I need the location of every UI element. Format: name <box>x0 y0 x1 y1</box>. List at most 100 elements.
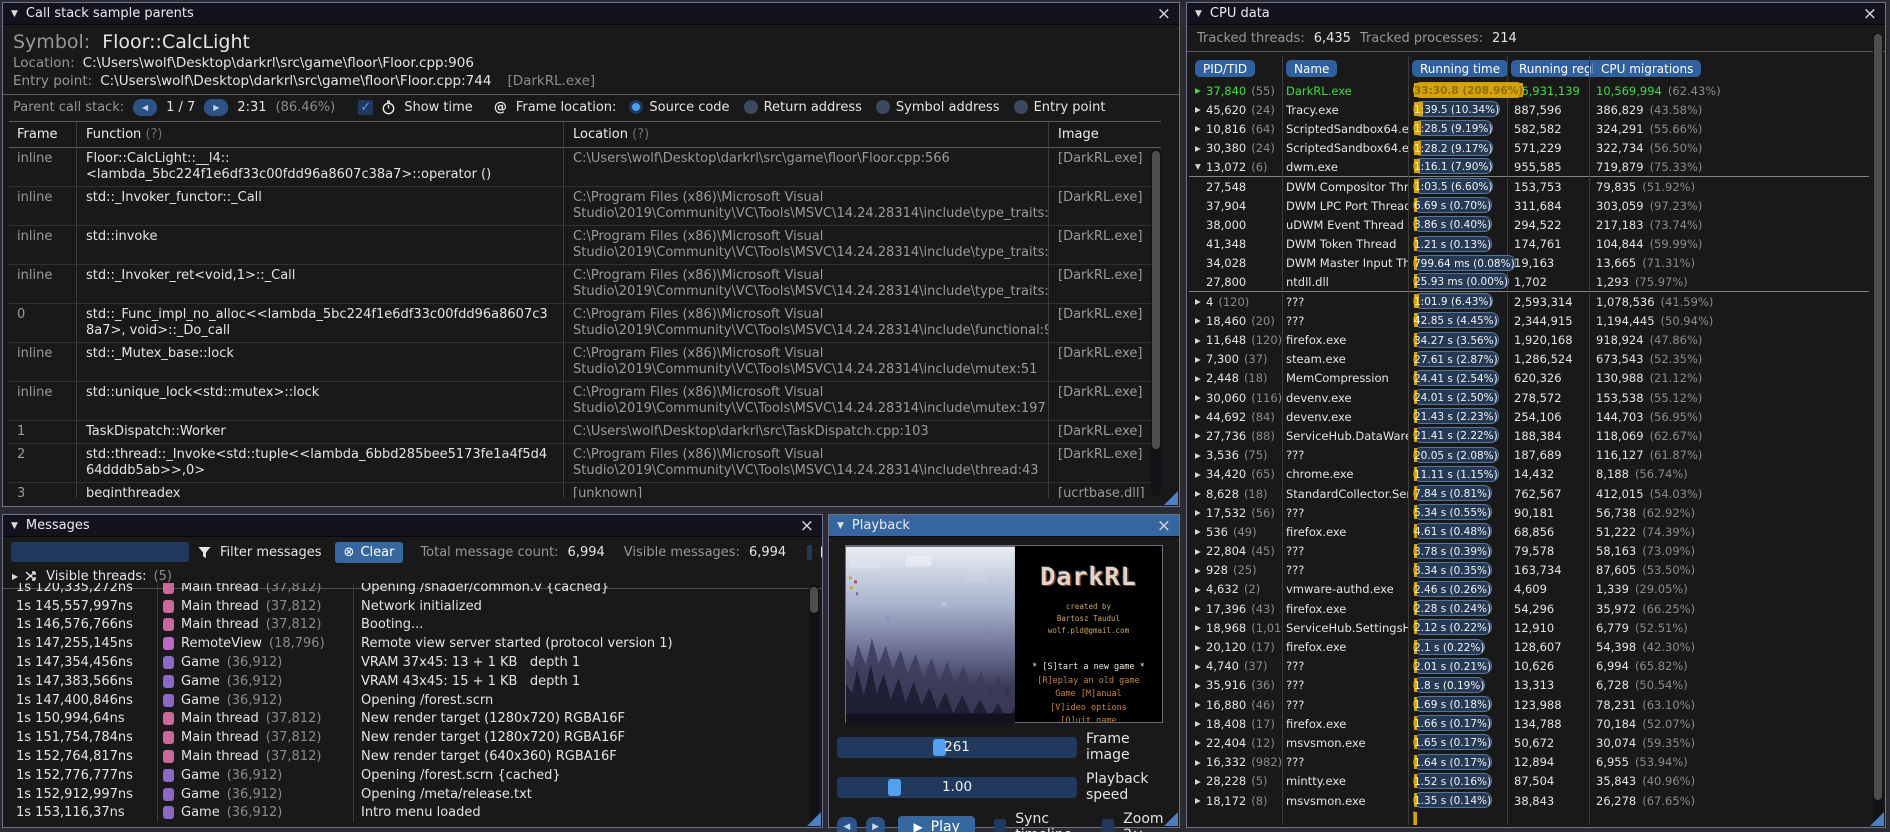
cpu-process-row[interactable]: ▶ 30,060 (116) devenv.exe 24.01 s (2.50%) 278… <box>1189 388 1869 407</box>
cpu-process-row[interactable] <box>1189 810 1869 825</box>
column-header-image[interactable]: Image <box>1048 124 1161 145</box>
messages-titlebar[interactable]: ▼ Messages × <box>3 515 822 537</box>
callstack-frame-row[interactable]: inline std::_Mutex_base::lock C:\Program F… <box>9 343 1161 382</box>
cpu-process-row[interactable]: ▶ 18,460 (20)??? 42.85 s (4.45%) 2,344,915 1,… <box>1189 311 1869 330</box>
expand-icon[interactable]: ▶ <box>1189 412 1206 421</box>
collapse-icon[interactable]: ▼ <box>11 521 18 531</box>
expand-icon[interactable]: ▶ <box>1189 547 1206 556</box>
cpu-process-row[interactable]: ▶ 11,648 (120) firefox.exe 34.27 s (3.56%) 1,… <box>1189 330 1869 349</box>
expand-icon[interactable]: ▶ <box>1189 393 1206 402</box>
cpu-process-row[interactable]: ▶ 4,740 (37)??? 2.01 s (0.21%) 10,626 6,994 (6… <box>1189 657 1869 676</box>
expand-icon[interactable]: ▶ <box>1189 124 1206 133</box>
message-row[interactable]: 1s 152,764,817ns Main thread (37,812) New r… <box>7 747 804 766</box>
cpu-process-row[interactable]: ▶ 28,228 (5) mintty.exe 1.52 s (0.16%) 87,504… <box>1189 772 1869 791</box>
messages-scrollbar[interactable] <box>809 585 819 822</box>
cpu-scrollbar[interactable] <box>1873 33 1883 823</box>
expand-icon[interactable]: ▶ <box>1189 700 1206 709</box>
expand-icon[interactable]: ▶ <box>1189 355 1206 364</box>
scrollbar-thumb[interactable] <box>1874 34 1882 801</box>
callstack-titlebar[interactable]: ▼ Call stack sample parents × <box>3 3 1179 25</box>
cpu-process-row[interactable]: 41,348 DWM Token Thread 1.21 s (0.13%) 174,… <box>1189 235 1869 254</box>
show-time-checkbox[interactable]: ✓ <box>358 99 374 115</box>
expand-icon[interactable]: ▶ <box>1189 105 1206 114</box>
column-header-cpu-migrations[interactable]: CPU migrations <box>1593 60 1702 77</box>
callstack-scrollbar[interactable] <box>1151 149 1161 496</box>
sync-timeline-checkbox[interactable]: . <box>993 818 1007 832</box>
frame-location-radio[interactable]: Symbol address <box>875 100 1000 115</box>
callstack-frame-row[interactable]: inline std::unique_lock<std::mutex>::lock… <box>9 382 1161 421</box>
message-row[interactable]: 1s 152,912,997ns Game (36,912) Opening /met… <box>7 785 804 804</box>
expand-icon[interactable]: ▶ <box>1189 297 1206 306</box>
message-row[interactable]: 1s 147,400,846ns Game (36,912) Opening /for… <box>7 691 804 710</box>
cpu-process-row[interactable]: ▶ 18,172 (8) msvsmon.exe 1.35 s (0.14%) 38,84… <box>1189 791 1869 810</box>
cpu-process-row[interactable]: ▶ 928 (25)??? 3.34 s (0.35%) 163,734 87,605 (5… <box>1189 561 1869 580</box>
collapse-icon[interactable]: ▼ <box>11 9 18 19</box>
cpu-process-row[interactable]: ▶27,736 (88) ServiceHub.DataWarehouse 21.41… <box>1189 426 1869 445</box>
expand-icon[interactable]: ▶ <box>12 572 18 581</box>
message-row[interactable]: 1s 120,335,272ns Main thread (37,812) Openi… <box>7 583 804 597</box>
column-header-function[interactable]: Function (?) <box>76 124 563 146</box>
close-icon[interactable]: × <box>1157 5 1171 22</box>
callstack-frame-row[interactable]: inline std::_Invoker_ret<void,1>::_Call C:… <box>9 265 1161 304</box>
prev-callstack-button[interactable]: ◀ <box>133 98 158 116</box>
expand-icon[interactable]: ▶ <box>1189 316 1206 325</box>
expand-icon[interactable]: ▶ <box>1189 336 1206 345</box>
message-row[interactable]: 1s 151,754,784ns Main thread (37,812) New r… <box>7 728 804 747</box>
column-header-frame[interactable]: Frame <box>9 124 76 145</box>
step-back-button[interactable]: ◀ <box>837 817 857 832</box>
cpu-process-row[interactable]: ▶ 17,396 (43) firefox.exe 2.28 s (0.24%) 54,2… <box>1189 599 1869 618</box>
cpu-process-row[interactable]: 38,000 uDWM Event Thread 3.86 s (0.40%) 294… <box>1189 215 1869 234</box>
expand-icon[interactable]: ▶ <box>1189 527 1206 536</box>
message-row[interactable]: 1s 146,576,766ns Main thread (37,812) Booti… <box>7 616 804 635</box>
cpu-process-row[interactable]: 27,548 DWM Compositor Thread 1:03.5 (6.60%… <box>1189 177 1869 196</box>
cpu-process-row[interactable]: ▶ 22,404 (12) msvsmon.exe 1.65 s (0.17%) 50,6… <box>1189 733 1869 752</box>
resize-grip[interactable] <box>1164 491 1178 505</box>
resize-grip[interactable] <box>1870 812 1884 826</box>
frame-location-radio[interactable]: Return address <box>743 100 862 115</box>
cpu-process-row[interactable]: ▶ 4 (120)??? 1:01.9 (6.43%) 2,593,314 1,078,5… <box>1189 292 1869 311</box>
cpu-process-row[interactable]: 37,904 DWM LPC Port Thread 6.69 s (0.70%) 3… <box>1189 196 1869 215</box>
expand-icon[interactable]: ▶ <box>1189 643 1206 652</box>
callstack-frame-row[interactable]: inline std::invoke C:\Program Files (x86)\… <box>9 226 1161 265</box>
expand-icon[interactable]: ▶ <box>1189 777 1206 786</box>
expand-icon[interactable]: ▶ <box>1189 451 1206 460</box>
cpu-process-row[interactable]: ▶18,968 (1,018) ServiceHub.SettingsHost.ex… <box>1189 618 1869 637</box>
show-images-checkbox[interactable]: . <box>807 544 813 560</box>
expand-icon[interactable]: ▶ <box>1189 489 1206 498</box>
close-icon[interactable]: × <box>1863 5 1877 22</box>
expand-icon[interactable]: ▶ <box>1189 374 1206 383</box>
resize-grip[interactable] <box>807 812 821 826</box>
cpu-process-row[interactable]: ▶ 16,880 (46)??? 1.69 s (0.18%) 123,988 78,23… <box>1189 695 1869 714</box>
play-button[interactable]: ▶ Play <box>898 815 975 832</box>
cpu-process-row[interactable]: ▶ 2,448 (18) MemCompression 24.41 s (2.54%) 6… <box>1189 369 1869 388</box>
expand-icon[interactable]: ▶ <box>1189 719 1206 728</box>
cpu-process-row[interactable]: ▶8,628 (18) StandardCollector.Service.e 7.8… <box>1189 484 1869 503</box>
cpu-process-row[interactable]: ▶10,816 (64) ScriptedSandbox64.exe 1:28.5 (… <box>1189 119 1869 138</box>
message-row[interactable]: 1s 145,557,997ns Main thread (37,812) Netwo… <box>7 597 804 616</box>
clear-button[interactable]: ⊗ Clear <box>334 541 404 563</box>
playback-titlebar[interactable]: ▼ Playback × <box>829 515 1179 537</box>
cpu-titlebar[interactable]: ▼ CPU data × <box>1187 3 1885 25</box>
cpu-process-row[interactable]: ▶ 7,300 (37) steam.exe 27.61 s (2.87%) 1,286,… <box>1189 350 1869 369</box>
collapse-icon[interactable]: ▼ <box>837 521 844 531</box>
scrollbar-thumb[interactable] <box>810 587 818 613</box>
expand-icon[interactable]: ▶ <box>1189 623 1206 632</box>
collapse-icon[interactable]: ▼ <box>1195 9 1202 19</box>
step-forward-button[interactable]: ▶ <box>865 817 886 832</box>
cpu-process-row[interactable]: ▶ 34,420 (65) chrome.exe 11.11 s (1.15%) 14,4… <box>1189 465 1869 484</box>
cpu-process-row[interactable]: ▶ 45,620 (24) Tracy.exe 1:39.5 (10.34%) 887,5… <box>1189 100 1869 119</box>
callstack-frame-row[interactable]: inline Floor::CalcLight::__l4::<lambda_5b… <box>9 148 1161 187</box>
expand-icon[interactable]: ▶ <box>1189 508 1206 517</box>
cpu-process-row[interactable]: ▶ 22,804 (45)??? 3.78 s (0.39%) 79,578 58,163… <box>1189 542 1869 561</box>
cpu-process-row[interactable]: ▶ 3,536 (75)??? 20.05 s (2.08%) 187,689 116,1… <box>1189 446 1869 465</box>
message-filter-input[interactable] <box>11 542 189 562</box>
collapse-icon[interactable]: ▼ <box>1189 162 1206 171</box>
expand-icon[interactable]: ▶ <box>1189 86 1206 95</box>
expand-icon[interactable]: ▶ <box>1189 758 1206 767</box>
expand-icon[interactable]: ▶ <box>1189 796 1206 805</box>
cpu-process-row[interactable]: ▶ 44,692 (84) devenv.exe 21.43 s (2.23%) 254,… <box>1189 407 1869 426</box>
cpu-process-row[interactable]: ▶ 18,408 (17) firefox.exe 1.66 s (0.17%) 134,… <box>1189 714 1869 733</box>
expand-icon[interactable]: ▶ <box>1189 604 1206 613</box>
expand-icon[interactable]: ▶ <box>1189 431 1206 440</box>
cpu-process-row[interactable]: ▶ 17,532 (56)??? 5.34 s (0.55%) 90,181 56,738… <box>1189 503 1869 522</box>
